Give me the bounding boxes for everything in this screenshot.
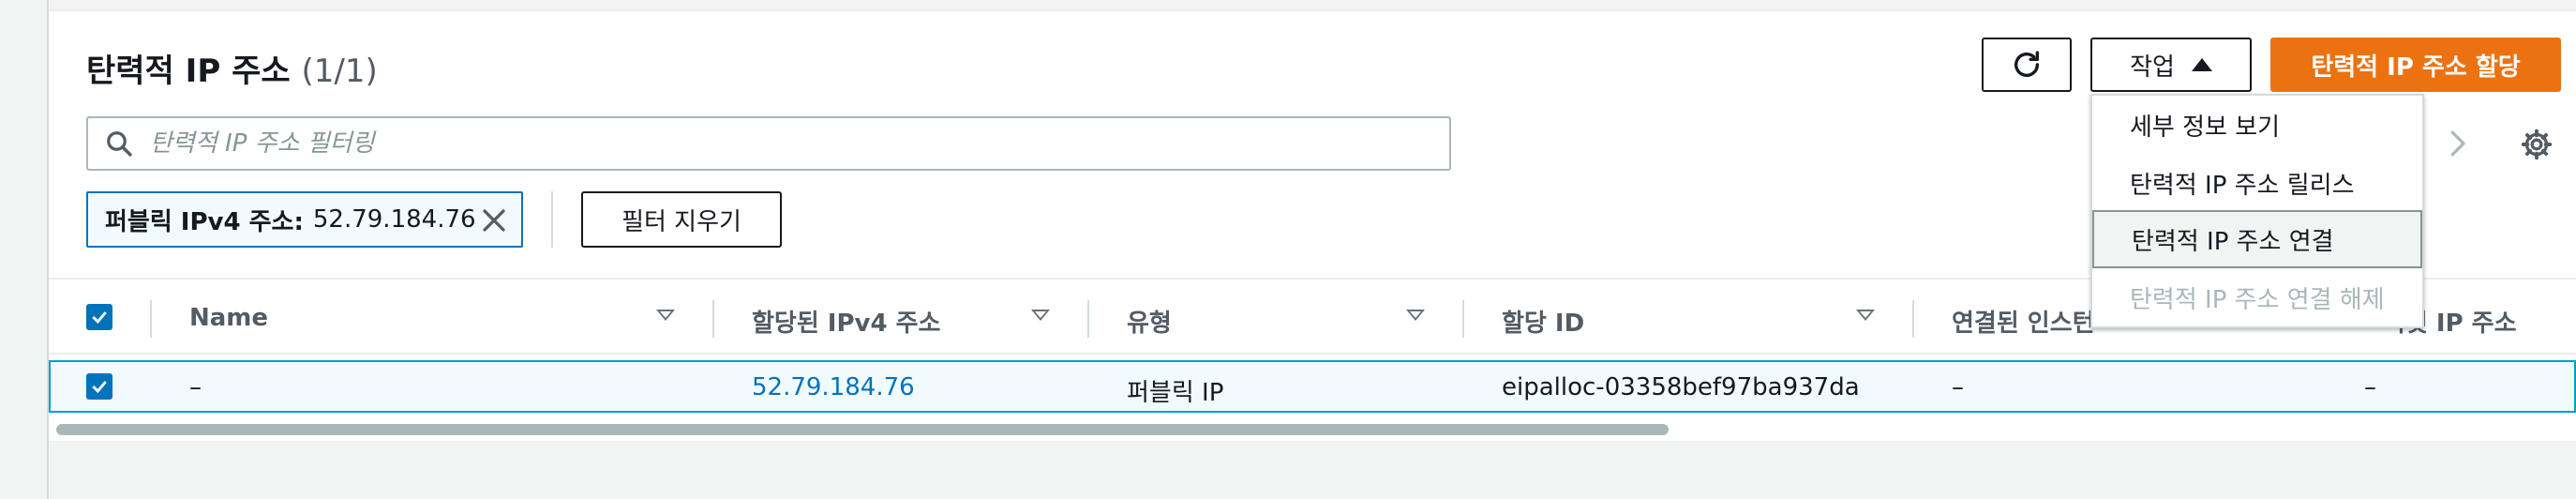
column-divider[interactable] <box>1462 300 1464 338</box>
actions-button-label: 작업 <box>2130 53 2175 82</box>
column-divider[interactable] <box>1087 300 1089 338</box>
gear-icon <box>2521 129 2553 160</box>
search-icon <box>107 131 132 157</box>
cell-type: 퍼블릭 IP <box>1127 379 1224 407</box>
column-divider[interactable] <box>712 300 714 338</box>
scrollbar-thumb[interactable] <box>56 424 1669 435</box>
cell-name: – <box>189 373 202 401</box>
cell-private-ip: – <box>2364 373 2376 401</box>
allocate-elastic-ip-button[interactable]: 탄력적 IP 주소 할당 <box>2270 38 2561 92</box>
column-header-allocation-id[interactable]: 할당 ID <box>1502 304 1584 339</box>
row-checkbox[interactable] <box>86 373 112 400</box>
select-all-checkbox[interactable] <box>86 304 112 330</box>
check-icon <box>92 381 107 394</box>
page-title: 탄력적 IP 주소 (1/1) <box>86 45 378 91</box>
clear-filters-button[interactable]: 필터 지우기 <box>581 191 782 248</box>
menu-item-associate[interactable]: 탄력적 IP 주소 연결 <box>2092 210 2422 268</box>
left-gutter <box>0 0 49 499</box>
check-icon <box>92 311 107 325</box>
column-header-instance[interactable]: 연결된 인스턴 <box>1952 304 2095 339</box>
search-field[interactable] <box>86 116 1451 171</box>
sort-icon[interactable] <box>1856 310 1875 321</box>
filter-token-value: 52.79.184.76 <box>312 205 476 234</box>
column-divider[interactable] <box>1912 300 1914 338</box>
cell-instance: – <box>1952 373 1964 401</box>
column-header-ipv4[interactable]: 할당된 IPv4 주소 <box>752 304 940 339</box>
close-icon <box>483 209 505 232</box>
page-title-text: 탄력적 IP 주소 <box>86 53 291 90</box>
chevron-right-icon <box>2450 130 2465 157</box>
sort-icon[interactable] <box>1406 310 1425 321</box>
column-header-name[interactable]: Name <box>189 304 268 332</box>
preferences-button[interactable] <box>2520 128 2554 165</box>
cell-allocation-id: eipalloc-03358bef97ba937da <box>1502 373 1860 401</box>
filter-token-label: 퍼블릭 IPv4 주소: <box>105 207 304 236</box>
column-header-type[interactable]: 유형 <box>1127 304 1172 339</box>
refresh-button[interactable] <box>1982 38 2072 92</box>
page-title-count: (1/1) <box>301 53 378 90</box>
menu-item-view-details[interactable]: 세부 정보 보기 <box>2092 96 2422 154</box>
filter-divider <box>551 191 553 248</box>
filter-token: 퍼블릭 IPv4 주소: 52.79.184.76 <box>86 191 523 248</box>
column-divider <box>150 300 152 338</box>
caret-up-icon <box>2191 58 2212 71</box>
search-input[interactable] <box>150 129 1369 158</box>
actions-dropdown-menu: 세부 정보 보기 탄력적 IP 주소 릴리스 탄력적 IP 주소 연결 탄력적 … <box>2090 94 2424 328</box>
table-row[interactable]: – 52.79.184.76 퍼블릭 IP eipalloc-03358bef9… <box>49 360 2576 413</box>
next-page-button[interactable] <box>2441 128 2473 163</box>
remove-filter-button[interactable] <box>480 206 508 241</box>
refresh-icon <box>2014 51 2040 77</box>
actions-button[interactable]: 작업 <box>2090 38 2252 92</box>
horizontal-scrollbar[interactable] <box>52 422 2574 437</box>
cell-ipv4-link[interactable]: 52.79.184.76 <box>752 373 915 401</box>
menu-item-disassociate[interactable]: 탄력적 IP 주소 연결 해제 <box>2092 268 2422 326</box>
page-background <box>49 441 2576 499</box>
sort-icon[interactable] <box>1031 310 1050 321</box>
menu-item-release[interactable]: 탄력적 IP 주소 릴리스 <box>2092 154 2422 212</box>
sort-icon[interactable] <box>656 310 675 321</box>
